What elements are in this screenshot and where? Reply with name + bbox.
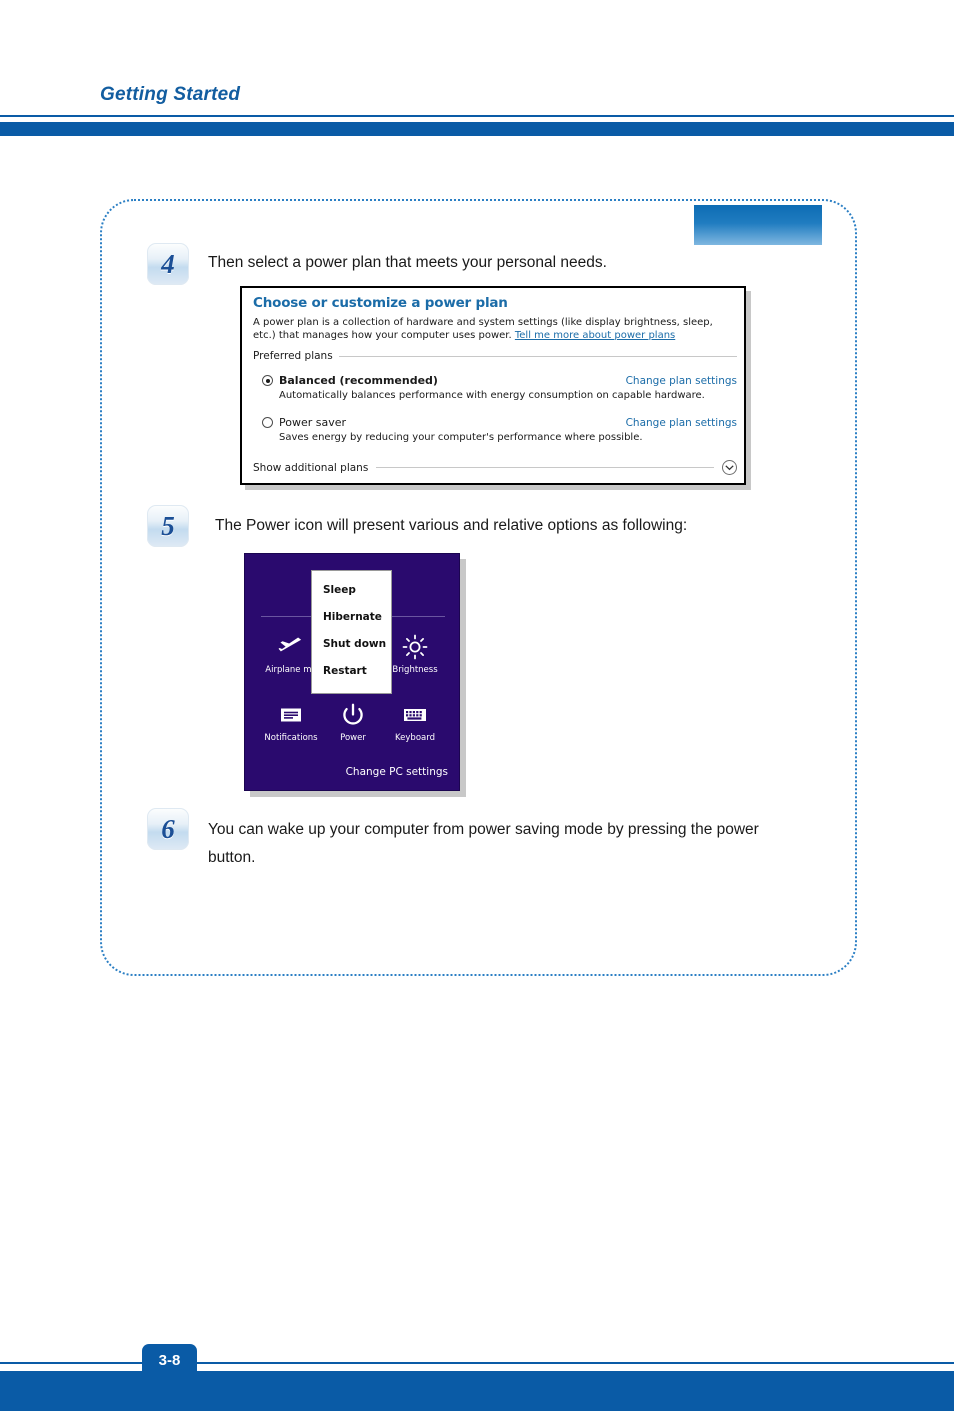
step-badge-4: 4	[147, 243, 189, 285]
page-title: Getting Started	[100, 84, 241, 105]
blue-decorative-tab	[694, 205, 822, 245]
charm-label-power: Power	[340, 733, 366, 743]
charm-label-notifications: Notifications	[264, 733, 318, 743]
change-pc-settings-link[interactable]: Change PC settings	[346, 766, 448, 778]
change-plan-settings-link-balanced[interactable]: Change plan settings	[626, 375, 737, 387]
footer-bar	[0, 1371, 954, 1411]
menu-item-shut-down[interactable]: Shut down	[323, 638, 386, 650]
plan-description-balanced: Automatically balances performance with …	[279, 390, 705, 401]
chevron-down-icon[interactable]	[722, 460, 737, 475]
plan-head: Balanced (recommended) Change plan setti…	[262, 374, 737, 387]
power-icon	[320, 700, 386, 730]
plan-name-power-saver: Power saver	[279, 416, 347, 429]
keyboard-icon	[382, 700, 448, 730]
radio-power-saver[interactable]	[262, 417, 273, 428]
menu-item-restart[interactable]: Restart	[323, 665, 367, 677]
radio-balanced[interactable]	[262, 375, 273, 386]
plan-description-power-saver: Saves energy by reducing your computer's…	[279, 432, 643, 443]
menu-item-sleep[interactable]: Sleep	[323, 584, 356, 596]
menu-item-hibernate[interactable]: Hibernate	[323, 611, 382, 623]
charm-tile-keyboard[interactable]: Keyboard	[382, 700, 448, 743]
charm-tile-power[interactable]: Power	[320, 700, 386, 743]
step-text-4: Then select a power plan that meets your…	[208, 254, 607, 271]
section-divider	[338, 355, 737, 357]
plan-head: Power saver Change plan settings	[262, 416, 737, 429]
step-badge-6: 6	[147, 808, 189, 850]
power-plan-dialog-screenshot: Choose or customize a power plan A power…	[240, 286, 746, 485]
preferred-plans-label: Preferred plans	[253, 350, 333, 362]
header-rule-thick	[0, 122, 954, 136]
plan-row-balanced[interactable]: Balanced (recommended) Change plan setti…	[262, 374, 737, 401]
header-rule-thin	[0, 115, 954, 117]
show-additional-plans-label: Show additional plans	[253, 461, 369, 474]
charm-tile-notifications[interactable]: Notifications	[258, 700, 324, 743]
plan-head-left: Balanced (recommended)	[262, 374, 438, 387]
page-header: Getting Started	[0, 0, 954, 140]
tell-me-more-link[interactable]: Tell me more about power plans	[515, 330, 675, 341]
step-badge-5: 5	[147, 505, 189, 547]
section-divider	[376, 467, 714, 468]
power-plan-description: A power plan is a collection of hardware…	[253, 316, 733, 342]
charm-label-keyboard: Keyboard	[395, 733, 435, 743]
power-options-menu: Sleep Hibernate Shut down Restart	[311, 570, 392, 694]
notifications-icon	[258, 700, 324, 730]
show-additional-plans-row[interactable]: Show additional plans	[253, 460, 737, 475]
power-plan-heading: Choose or customize a power plan	[253, 295, 508, 311]
preferred-plans-section-header: Preferred plans	[253, 350, 737, 362]
plan-name-balanced: Balanced (recommended)	[279, 374, 438, 387]
step-text-6-line1: You can wake up your computer from power…	[208, 821, 759, 838]
change-plan-settings-link-power-saver[interactable]: Change plan settings	[626, 417, 737, 429]
step-text-5: The Power icon will present various and …	[215, 517, 688, 534]
plan-row-power-saver[interactable]: Power saver Change plan settings Saves e…	[262, 416, 737, 443]
step-text-6-line2: button.	[208, 849, 256, 866]
plan-head-left: Power saver	[262, 416, 346, 429]
